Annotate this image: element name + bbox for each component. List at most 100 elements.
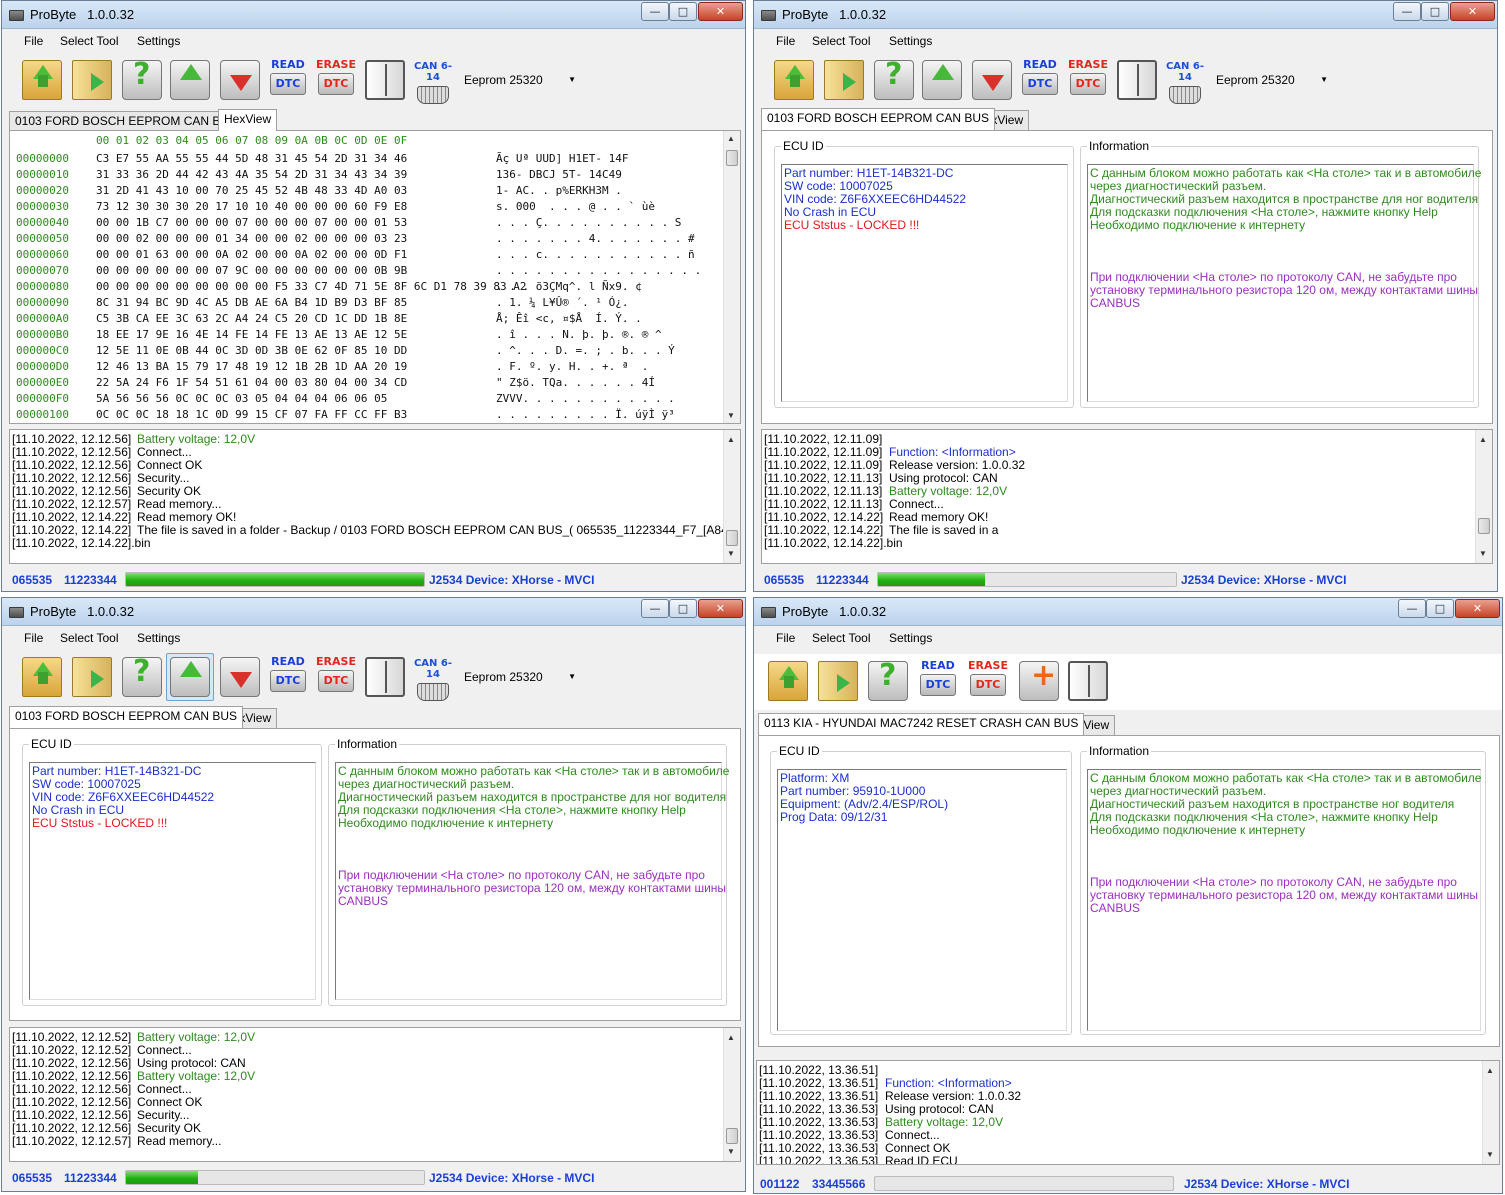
write-button[interactable]: [216, 653, 264, 701]
menu-settings[interactable]: Settings: [137, 631, 180, 645]
prog-data: Prog Data: 09/12/31: [780, 810, 888, 824]
hex-bytes: 00 00 00 00 00 00 00 00 00 F5 33 C7 4D 7…: [96, 280, 527, 293]
status-code-b: 33445566: [812, 1177, 866, 1191]
status-code-a: 065535: [12, 573, 53, 587]
can-connector-button[interactable]: CAN 6-14: [411, 658, 455, 701]
can-connector-button[interactable]: CAN 6-14: [411, 61, 455, 104]
erase-dtc-button[interactable]: ERASE DTC: [964, 660, 1012, 704]
log-row: [11.10.2022, 13.36.53] Read ID ECU: [757, 1155, 1481, 1165]
eeprom-select[interactable]: Eeprom 25320 ▼: [1212, 70, 1332, 92]
minimize-button[interactable]: —: [1393, 2, 1421, 21]
minimize-button[interactable]: —: [641, 2, 669, 21]
tab-kia-module[interactable]: 0113 KIA - HYUNDAI MAC7242 RESET CRASH C…: [758, 713, 1085, 735]
menu-select-tool[interactable]: Select Tool: [60, 34, 118, 48]
maximize-button[interactable]: □: [669, 2, 697, 21]
close-button[interactable]: ✕: [1455, 599, 1500, 618]
menu-settings[interactable]: Settings: [889, 631, 932, 645]
erase-dtc-button[interactable]: ERASE DTC: [312, 656, 360, 700]
log-scrollbar[interactable]: ▲ ▼: [1482, 1061, 1499, 1164]
menu-select-tool[interactable]: Select Tool: [812, 34, 870, 48]
erase-dtc-button[interactable]: ERASE DTC: [1064, 59, 1112, 103]
write-button[interactable]: [216, 56, 264, 104]
title-bar[interactable]: ProByte 1.0.0.32 — □ ✕: [754, 1, 1497, 29]
help-button[interactable]: [361, 653, 409, 701]
menu-file[interactable]: File: [24, 34, 43, 48]
tab-hexview[interactable]: HexView: [218, 109, 278, 131]
save-file-button[interactable]: [68, 653, 116, 701]
maximize-button[interactable]: □: [1421, 2, 1449, 21]
tab-strip: 0113 KIA - HYUNDAI MAC7242 RESET CRASH C…: [754, 713, 1502, 735]
log-scrollbar[interactable]: ▲ ▼: [723, 430, 740, 563]
help-button[interactable]: [361, 56, 409, 104]
menu-settings[interactable]: Settings: [137, 34, 180, 48]
reset-crash-icon: [1019, 658, 1059, 701]
tab-ford-module[interactable]: 0103 FORD BOSCH EEPROM CAN BUS: [9, 111, 244, 131]
read-dtc-button[interactable]: READ DTC: [264, 656, 312, 700]
minimize-button[interactable]: —: [641, 599, 669, 618]
hex-scrollbar[interactable]: ▲ ▼: [723, 131, 740, 423]
hex-bytes: 12 5E 11 0E 0B 44 0C 3D 0D 3B 0E 62 0F 8…: [96, 344, 408, 357]
identify-button[interactable]: [870, 56, 918, 104]
can-connector-button[interactable]: CAN 6-14: [1163, 61, 1207, 104]
menu-settings[interactable]: Settings: [889, 34, 932, 48]
log-panel: [11.10.2022, 12.11.09] [11.10.2022, 12.11…: [761, 429, 1493, 564]
erase-dtc-button[interactable]: ERASE DTC: [312, 59, 360, 103]
ecu-id-label: ECU ID: [777, 744, 822, 758]
read-button[interactable]: [918, 56, 966, 104]
tab-ford-module[interactable]: 0103 FORD BOSCH EEPROM CAN BUS: [9, 706, 244, 728]
save-file-button[interactable]: [814, 657, 862, 705]
hex-bytes: 22 5A 24 F6 1F 54 51 61 04 00 03 80 04 0…: [96, 376, 408, 389]
read-button[interactable]: [166, 653, 214, 701]
eeprom-select[interactable]: Eeprom 25320 ▼: [460, 667, 580, 689]
identify-button[interactable]: [118, 56, 166, 104]
menu-select-tool[interactable]: Select Tool: [60, 631, 118, 645]
hex-bytes: 00 00 00 00 00 00 07 9C 00 00 00 00 00 0…: [96, 264, 408, 277]
close-button[interactable]: ✕: [698, 2, 743, 21]
window-kia-info: ProByte 1.0.0.32 — □ ✕ File Select Tool …: [753, 597, 1503, 1194]
hex-bytes: 00 00 02 00 00 00 01 34 00 00 02 00 00 0…: [96, 232, 408, 245]
title-bar[interactable]: ProByte 1.0.0.32 — □ ✕: [2, 1, 745, 29]
menu-file[interactable]: File: [776, 631, 795, 645]
ecu-lock-status: ECU Ststus - LOCKED !!!: [784, 218, 920, 232]
hex-ascii: . . . . . . . . . . . . . . . .: [496, 264, 702, 277]
write-chip-icon: [220, 657, 260, 697]
close-button[interactable]: ✕: [1450, 2, 1495, 21]
menu-select-tool[interactable]: Select Tool: [812, 631, 870, 645]
read-dtc-button[interactable]: READ DTC: [264, 59, 312, 103]
open-file-button[interactable]: [18, 56, 66, 104]
menu-file[interactable]: File: [776, 34, 795, 48]
maximize-button[interactable]: □: [1426, 599, 1454, 618]
read-button[interactable]: [166, 56, 214, 104]
help-button[interactable]: [1064, 657, 1112, 705]
save-file-button[interactable]: [68, 56, 116, 104]
app-icon: [9, 10, 24, 21]
status-bar: 065535 11223344 J2534 Device: XHorse - M…: [2, 1167, 745, 1189]
open-file-button[interactable]: [764, 657, 812, 705]
title-bar[interactable]: ProByte 1.0.0.32 — □ ✕: [2, 598, 745, 626]
write-button[interactable]: [968, 56, 1016, 104]
menu-bar: File Select Tool Settings: [2, 29, 745, 53]
close-button[interactable]: ✕: [698, 599, 743, 618]
maximize-button[interactable]: □: [669, 599, 697, 618]
app-icon: [761, 10, 776, 21]
question-chip-icon: [868, 658, 908, 701]
reset-crash-button[interactable]: [1015, 657, 1063, 705]
save-folder-icon: [818, 661, 858, 701]
title-bar[interactable]: ProByte 1.0.0.32 — □ ✕: [754, 598, 1502, 626]
minimize-button[interactable]: —: [1398, 599, 1426, 618]
read-dtc-button[interactable]: READ DTC: [914, 660, 962, 704]
open-file-button[interactable]: [18, 653, 66, 701]
identify-button[interactable]: [864, 657, 912, 705]
save-file-button[interactable]: [820, 56, 868, 104]
log-scrollbar[interactable]: ▲ ▼: [723, 1028, 740, 1161]
identify-button[interactable]: [118, 653, 166, 701]
hex-offset: 00000070: [16, 264, 69, 277]
tab-ford-module[interactable]: 0103 FORD BOSCH EEPROM CAN BUS: [761, 108, 996, 130]
eeprom-select[interactable]: Eeprom 25320 ▼: [460, 70, 580, 92]
hex-bytes: 18 EE 17 9E 16 4E 14 FE 14 FE 13 AE 13 A…: [96, 328, 408, 341]
read-dtc-button[interactable]: READ DTC: [1016, 59, 1064, 103]
log-scrollbar[interactable]: ▲ ▼: [1475, 430, 1492, 563]
menu-file[interactable]: File: [24, 631, 43, 645]
help-button[interactable]: [1113, 56, 1161, 104]
open-file-button[interactable]: [770, 56, 818, 104]
